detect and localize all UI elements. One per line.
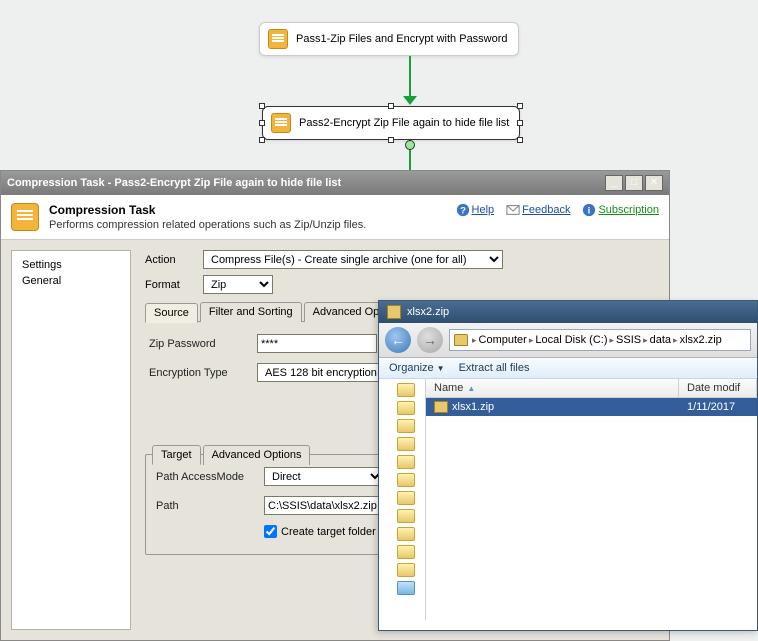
- chevron-right-icon: ▸: [673, 335, 678, 346]
- folder-icon[interactable]: [397, 419, 415, 433]
- node-label: Pass2-Encrypt Zip File again to hide fil…: [299, 117, 509, 129]
- folder-icon[interactable]: [397, 563, 415, 577]
- zip-task-icon: [271, 113, 291, 133]
- encryption-label: Encryption Type: [149, 367, 257, 379]
- pictures-icon[interactable]: [397, 581, 415, 595]
- folder-icon[interactable]: [397, 527, 415, 541]
- minimize-button[interactable]: _: [605, 175, 623, 191]
- explorer-title: xlsx2.zip: [407, 306, 449, 318]
- connector-port[interactable]: [405, 140, 415, 150]
- folder-icon[interactable]: [397, 491, 415, 505]
- help-link[interactable]: Help: [472, 204, 495, 216]
- dialog-titlebar[interactable]: Compression Task - Pass2-Encrypt Zip Fil…: [1, 171, 669, 195]
- resize-handle[interactable]: [388, 103, 394, 109]
- format-select[interactable]: Zip: [203, 275, 273, 294]
- action-label: Action: [145, 254, 203, 266]
- create-folder-checkbox[interactable]: [264, 525, 277, 538]
- file-name: xlsx1.zip: [452, 401, 494, 413]
- bc-segment[interactable]: xlsx2.zip: [680, 334, 722, 346]
- chevron-right-icon: ▸: [643, 335, 648, 346]
- tab-target-adv[interactable]: Advanced Options: [203, 445, 311, 465]
- explorer-window: xlsx2.zip ← → ▸ Computer ▸ Local Disk (C…: [378, 300, 758, 631]
- info-icon: i: [582, 203, 596, 217]
- resize-handle[interactable]: [517, 120, 523, 126]
- folder-icon[interactable]: [397, 383, 415, 397]
- task-icon: [11, 203, 39, 231]
- header-desc: Performs compression related operations …: [49, 219, 366, 231]
- explorer-toolbar: Organize▼ Extract all files: [379, 358, 757, 379]
- path-mode-select[interactable]: Direct: [264, 467, 384, 486]
- folder-icon: [454, 334, 468, 346]
- zip-password-input[interactable]: [257, 334, 377, 353]
- tab-source[interactable]: Source: [145, 303, 198, 323]
- dialog-header: Compression Task Performs compression re…: [1, 195, 669, 240]
- folder-icon[interactable]: [397, 455, 415, 469]
- svg-text:i: i: [588, 206, 591, 217]
- node-label: Pass1-Zip Files and Encrypt with Passwor…: [296, 33, 508, 45]
- explorer-navbar: ← → ▸ Computer ▸ Local Disk (C:) ▸ SSIS …: [379, 323, 757, 358]
- format-label: Format: [145, 279, 203, 291]
- sidebar-item-general[interactable]: General: [18, 273, 124, 289]
- nav-back-button[interactable]: ←: [385, 327, 411, 353]
- bc-segment[interactable]: SSIS: [616, 334, 641, 346]
- tab-target[interactable]: Target: [152, 445, 201, 465]
- breadcrumb[interactable]: ▸ Computer ▸ Local Disk (C:) ▸ SSIS ▸ da…: [449, 329, 751, 351]
- file-list: Name▲ Date modif xlsx1.zip 1/11/2017: [426, 379, 757, 620]
- sidebar-item-settings[interactable]: Settings: [18, 257, 124, 273]
- folder-icon[interactable]: [397, 509, 415, 523]
- bc-segment[interactable]: data: [650, 334, 671, 346]
- chevron-down-icon: ▼: [437, 364, 445, 373]
- diagram-node-pass2[interactable]: Pass2-Encrypt Zip File again to hide fil…: [262, 106, 520, 140]
- resize-handle[interactable]: [259, 103, 265, 109]
- maximize-button[interactable]: □: [625, 175, 643, 191]
- organize-menu[interactable]: Organize▼: [389, 362, 445, 374]
- connector-arrow: [403, 96, 417, 105]
- file-date: 1/11/2017: [679, 398, 757, 416]
- help-icon: ?: [456, 203, 470, 217]
- resize-handle[interactable]: [517, 137, 523, 143]
- list-row[interactable]: xlsx1.zip 1/11/2017: [426, 398, 757, 416]
- dialog-sidebar: Settings General: [11, 250, 131, 630]
- path-mode-label: Path AccessMode: [156, 471, 264, 483]
- resize-handle[interactable]: [517, 103, 523, 109]
- chevron-right-icon: ▸: [609, 335, 614, 346]
- list-header: Name▲ Date modif: [426, 379, 757, 398]
- resize-handle[interactable]: [259, 120, 265, 126]
- connector-line: [409, 56, 411, 96]
- bc-segment[interactable]: Local Disk (C:): [535, 334, 607, 346]
- col-name[interactable]: Name▲: [426, 379, 679, 397]
- svg-text:?: ?: [460, 206, 466, 217]
- subscription-link[interactable]: Subscription: [598, 204, 659, 216]
- folder-icon[interactable]: [397, 437, 415, 451]
- path-label: Path: [156, 500, 264, 512]
- extract-button[interactable]: Extract all files: [459, 362, 530, 374]
- zip-password-label: Zip Password: [149, 338, 257, 350]
- chevron-right-icon: ▸: [472, 335, 477, 346]
- resize-handle[interactable]: [259, 137, 265, 143]
- close-button[interactable]: ✕: [645, 175, 663, 191]
- zip-icon: [387, 305, 401, 319]
- feedback-link[interactable]: Feedback: [522, 204, 570, 216]
- explorer-titlebar[interactable]: xlsx2.zip: [379, 301, 757, 323]
- folder-icon[interactable]: [397, 545, 415, 559]
- action-select[interactable]: Compress File(s) - Create single archive…: [203, 250, 503, 269]
- mail-icon: [506, 203, 520, 217]
- folder-tree[interactable]: [379, 379, 426, 620]
- header-title: Compression Task: [49, 203, 366, 217]
- zip-task-icon: [268, 29, 288, 49]
- diagram-node-pass1[interactable]: Pass1-Zip Files and Encrypt with Passwor…: [259, 22, 519, 56]
- folder-icon[interactable]: [397, 401, 415, 415]
- tab-filter[interactable]: Filter and Sorting: [200, 302, 302, 322]
- encryption-select[interactable]: AES 128 bit encryption: [257, 363, 397, 382]
- bc-segment[interactable]: Computer: [479, 334, 527, 346]
- dialog-title: Compression Task - Pass2-Encrypt Zip Fil…: [7, 177, 341, 189]
- create-folder-label: Create target folder: [281, 526, 376, 538]
- nav-forward-button[interactable]: →: [417, 327, 443, 353]
- folder-icon[interactable]: [397, 473, 415, 487]
- zip-icon: [434, 401, 448, 413]
- resize-handle[interactable]: [388, 137, 394, 143]
- chevron-right-icon: ▸: [529, 335, 534, 346]
- sort-asc-icon: ▲: [467, 384, 475, 393]
- col-date[interactable]: Date modif: [679, 379, 757, 397]
